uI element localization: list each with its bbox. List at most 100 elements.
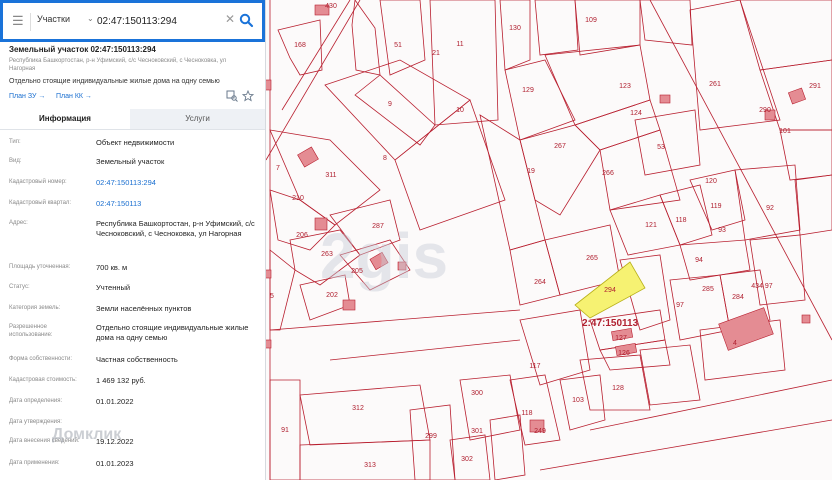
svg-text:94: 94 — [695, 257, 703, 264]
svg-text:265: 265 — [586, 255, 598, 262]
svg-text:302: 302 — [461, 456, 473, 463]
svg-text:291: 291 — [809, 83, 821, 90]
info-key: Дата утверждения: — [9, 419, 62, 425]
quarter-label: 2:47:150113 — [582, 318, 639, 329]
svg-text:5: 5 — [270, 293, 274, 300]
svg-text:123: 123 — [619, 83, 631, 90]
svg-text:168: 168 — [294, 42, 306, 49]
svg-text:434 97: 434 97 — [751, 283, 773, 290]
svg-text:53: 53 — [657, 144, 665, 151]
search-category[interactable]: Участки — [37, 14, 70, 24]
info-key: Дата применения: — [9, 460, 60, 466]
svg-text:119: 119 — [710, 203, 721, 210]
search-separator — [30, 13, 31, 31]
cadastral-quarter-link[interactable]: 02:47:150113 — [96, 199, 258, 209]
svg-text:206: 206 — [296, 232, 308, 239]
svg-text:120: 120 — [705, 178, 717, 185]
info-key: Кадастровый номер: — [9, 179, 67, 185]
svg-text:9: 9 — [388, 101, 392, 108]
svg-text:284: 284 — [732, 294, 744, 301]
svg-text:263: 263 — [321, 251, 333, 258]
svg-text:294: 294 — [604, 287, 616, 294]
search-bar: ☰ Участки ⌄ ✕ — [0, 0, 265, 42]
object-title: Земельный участок 02:47:150113:294 — [9, 45, 156, 54]
svg-text:103: 103 — [572, 397, 584, 404]
svg-text:117: 117 — [529, 363, 540, 370]
tab-info[interactable]: Информация — [0, 109, 130, 129]
svg-text:109: 109 — [585, 17, 597, 24]
info-value: Земли населённых пунктов — [96, 304, 192, 313]
info-key: Дата определения: — [9, 398, 63, 404]
tabs: Информация Услуги — [0, 109, 265, 130]
svg-text:8: 8 — [383, 155, 387, 162]
plan-zu-link[interactable]: План ЗУ → — [9, 93, 45, 100]
svg-text:264: 264 — [534, 279, 546, 286]
svg-text:311: 311 — [325, 172, 336, 179]
svg-text:127: 127 — [615, 335, 627, 342]
star-icon[interactable] — [242, 90, 254, 102]
info-value: 1 469 132 руб. — [96, 376, 146, 385]
svg-text:97: 97 — [676, 302, 684, 309]
svg-text:92: 92 — [766, 205, 774, 212]
svg-text:126: 126 — [618, 350, 630, 357]
svg-text:299: 299 — [425, 433, 437, 440]
info-value: 01.01.2023 — [96, 459, 134, 468]
svg-text:202: 202 — [326, 292, 338, 299]
info-value: Земельный участок — [96, 157, 165, 166]
info-key: Разрешенное использование: — [9, 324, 53, 338]
search-icon[interactable] — [238, 10, 254, 30]
svg-text:205: 205 — [351, 268, 363, 275]
menu-icon[interactable]: ☰ — [12, 13, 28, 29]
info-value: Республика Башкортостан, р-н Уфимский, с… — [96, 219, 255, 238]
info-key: Кадастровая стоимость: — [9, 377, 77, 383]
info-value: Объект недвижимости — [96, 138, 175, 147]
svg-text:118: 118 — [521, 410, 532, 417]
svg-text:118: 118 — [675, 217, 686, 224]
info-value: Отдельно стоящие индивидуальные жилые до… — [96, 323, 249, 342]
plan-kk-link[interactable]: План КК → — [56, 93, 92, 100]
svg-text:19: 19 — [527, 168, 535, 175]
svg-text:124: 124 — [630, 110, 642, 117]
svg-text:130: 130 — [509, 25, 521, 32]
chevron-down-icon[interactable]: ⌄ — [87, 14, 94, 23]
svg-text:312: 312 — [352, 405, 364, 412]
svg-text:93: 93 — [718, 227, 726, 234]
info-value: 700 кв. м — [96, 263, 128, 272]
info-key: Тип: — [9, 139, 21, 145]
svg-text:249: 249 — [534, 428, 546, 435]
svg-text:91: 91 — [281, 427, 289, 434]
svg-text:300: 300 — [471, 390, 483, 397]
search-input[interactable] — [97, 11, 225, 31]
info-value: Учтенный — [96, 283, 131, 292]
svg-text:266: 266 — [602, 170, 614, 177]
svg-text:301: 301 — [471, 428, 483, 435]
domclick-watermark: Домклик — [52, 426, 122, 443]
svg-text:313: 313 — [364, 462, 376, 469]
svg-text:129: 129 — [522, 87, 534, 94]
info-key: Адрес: — [9, 220, 28, 226]
svg-text:290: 290 — [759, 107, 771, 114]
svg-text:21: 21 — [432, 50, 440, 57]
svg-text:101: 101 — [779, 128, 791, 135]
svg-text:128: 128 — [612, 385, 624, 392]
info-key: Вид: — [9, 158, 22, 164]
clear-icon[interactable]: ✕ — [225, 12, 235, 26]
svg-text:10: 10 — [456, 107, 464, 114]
object-address: Республика Башкортостан, р-н Уфимский, с… — [9, 58, 227, 72]
info-key: Площадь уточненная: — [9, 264, 71, 270]
info-key: Категория земель: — [9, 305, 61, 311]
info-key: Кадастровый квартал: — [9, 200, 72, 206]
svg-text:287: 287 — [372, 223, 384, 230]
svg-text:430: 430 — [325, 3, 337, 10]
svg-text:51: 51 — [394, 42, 402, 49]
zoom-to-icon[interactable] — [226, 90, 238, 102]
svg-text:267: 267 — [554, 143, 566, 150]
svg-text:7: 7 — [276, 165, 280, 172]
svg-text:2gis: 2gis — [320, 220, 448, 292]
info-value: Частная собственность — [96, 355, 178, 364]
info-value: 01.01.2022 — [96, 397, 134, 406]
cadastral-number-link[interactable]: 02:47:150113:294 — [96, 178, 258, 188]
tab-services[interactable]: Услуги — [130, 109, 265, 129]
object-description: Отдельно стоящие индивидуальные жилые до… — [9, 78, 220, 85]
svg-text:11: 11 — [456, 41, 463, 48]
